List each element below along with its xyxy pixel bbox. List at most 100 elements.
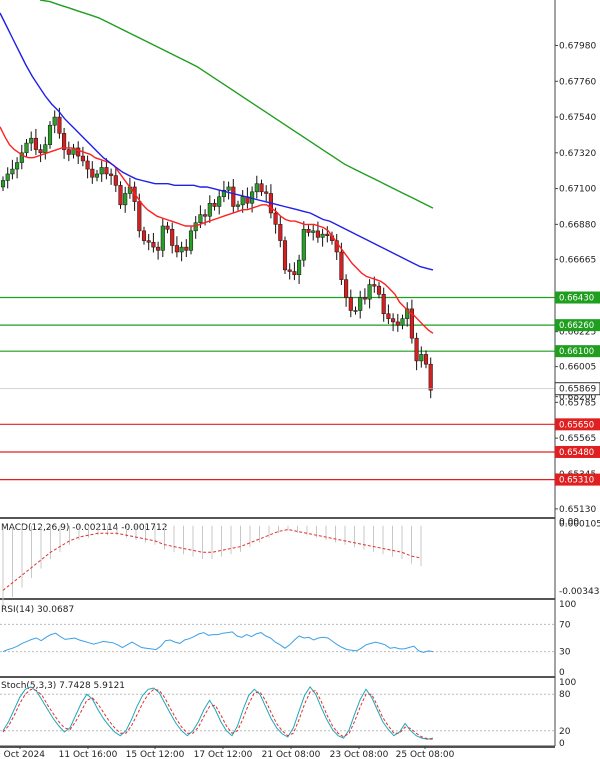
candle-up [400,318,405,326]
level-label: 0.65650 [559,420,594,430]
stoch-tick-label: 80 [559,690,571,700]
price-tick-label: 0.65565 [559,434,596,444]
candle-up [160,225,165,251]
stoch-tick-label: 0 [559,739,565,749]
candle-up [297,259,302,276]
stoch-title: Stoch(5,3,3) 7.7428 5.9121 [1,681,125,691]
candle-down [278,224,283,241]
candle-up [29,137,34,144]
price-tick-label: 0.67320 [559,149,596,159]
candle-up [0,180,6,188]
candle-down [113,175,118,186]
candle-up [5,173,10,181]
candle-down [174,245,179,253]
candle-down [165,225,170,230]
candle-down [348,297,353,311]
price-tick-label: 0.66665 [559,255,596,265]
candle-down [156,246,161,251]
candle-down [264,191,269,194]
candle-down [372,284,377,287]
candle-down [287,269,292,272]
time-tick-label: 9 Oct 2024 [0,750,45,759]
candle-down [381,294,386,315]
candle-down [292,271,297,276]
candle-down [362,297,367,300]
stoch-tick-label: 20 [559,727,571,737]
candle-down [423,354,429,365]
candle-up [99,167,104,175]
candle-up [47,124,53,145]
level-label: 0.66430 [559,294,594,304]
rsi-tick-label: 70 [559,620,571,630]
candle-up [419,354,424,362]
candle-down [80,155,85,162]
candle-up [198,214,203,223]
candle-up [179,246,184,253]
candle-up [188,230,194,251]
candle-up [43,144,48,154]
macd-tick-label: -0.003434 [559,587,600,597]
candle-down [66,149,71,155]
time-tick-label: 11 Oct 16:00 [59,750,118,759]
candle-down [376,285,382,295]
price-tick-label: 0.67760 [559,77,596,87]
candle-down [137,201,142,232]
candle-up [367,284,372,300]
rsi-tick-label: 30 [559,648,571,658]
candle-down [62,133,67,150]
candle-down [395,321,400,326]
candle-down [184,246,189,251]
candle-down [203,214,208,217]
candle-down [38,149,43,154]
price-tick-label: 0.67980 [559,42,596,52]
candle-up [94,173,100,178]
rsi-title: RSI(14) 30.0687 [1,605,74,615]
level-label: 0.66100 [559,347,594,357]
candle-up [311,230,316,233]
candle-down [282,240,288,271]
rsi-tick-label: 0 [559,668,565,678]
candle-up [123,193,128,206]
candle-down [273,212,278,225]
candle-up [235,204,241,207]
candle-up [217,196,222,207]
level-label: 0.65310 [559,476,594,486]
candle-down [33,137,38,150]
candle-down [141,230,147,241]
level-label: 0.65480 [559,448,594,458]
candle-down [170,228,175,246]
current-price-label: 0.65869 [559,385,596,395]
candle-up [240,196,245,206]
time-tick-label: 23 Oct 08:00 [330,750,389,759]
candle-up [353,310,358,312]
rsi-tick-label: 100 [559,600,576,610]
macd-tick-label: 0.000105 [559,520,600,530]
candle-down [104,167,109,175]
time-tick-label: 25 Oct 08:00 [396,750,455,759]
candle-down [231,186,236,207]
candle-up [15,162,20,170]
moving-average-0 [0,126,434,334]
price-tick-label: 0.66880 [559,220,596,230]
candle-up [254,183,259,193]
candle-up [24,142,29,154]
candle-down [428,363,433,391]
price-tick-label: 0.66005 [559,363,596,373]
candle-down [118,185,123,206]
price-tick-label: 0.65785 [559,398,596,408]
candle-up [10,168,15,175]
candle-up [358,297,363,311]
price-tick-label: 0.67540 [559,113,596,123]
candle-up [193,222,198,232]
candle-down [325,233,330,236]
rsi-line [2,631,434,653]
candle-down [344,279,349,298]
candle-down [151,241,156,248]
candle-down [109,173,114,176]
macd-title: MACD(12,26,9) -0.002114 -0.001712 [1,523,167,533]
candle-down [90,168,95,178]
candle-down [414,337,419,362]
candle-down [386,313,391,319]
candle-down [146,240,151,243]
candle-up [320,233,325,238]
